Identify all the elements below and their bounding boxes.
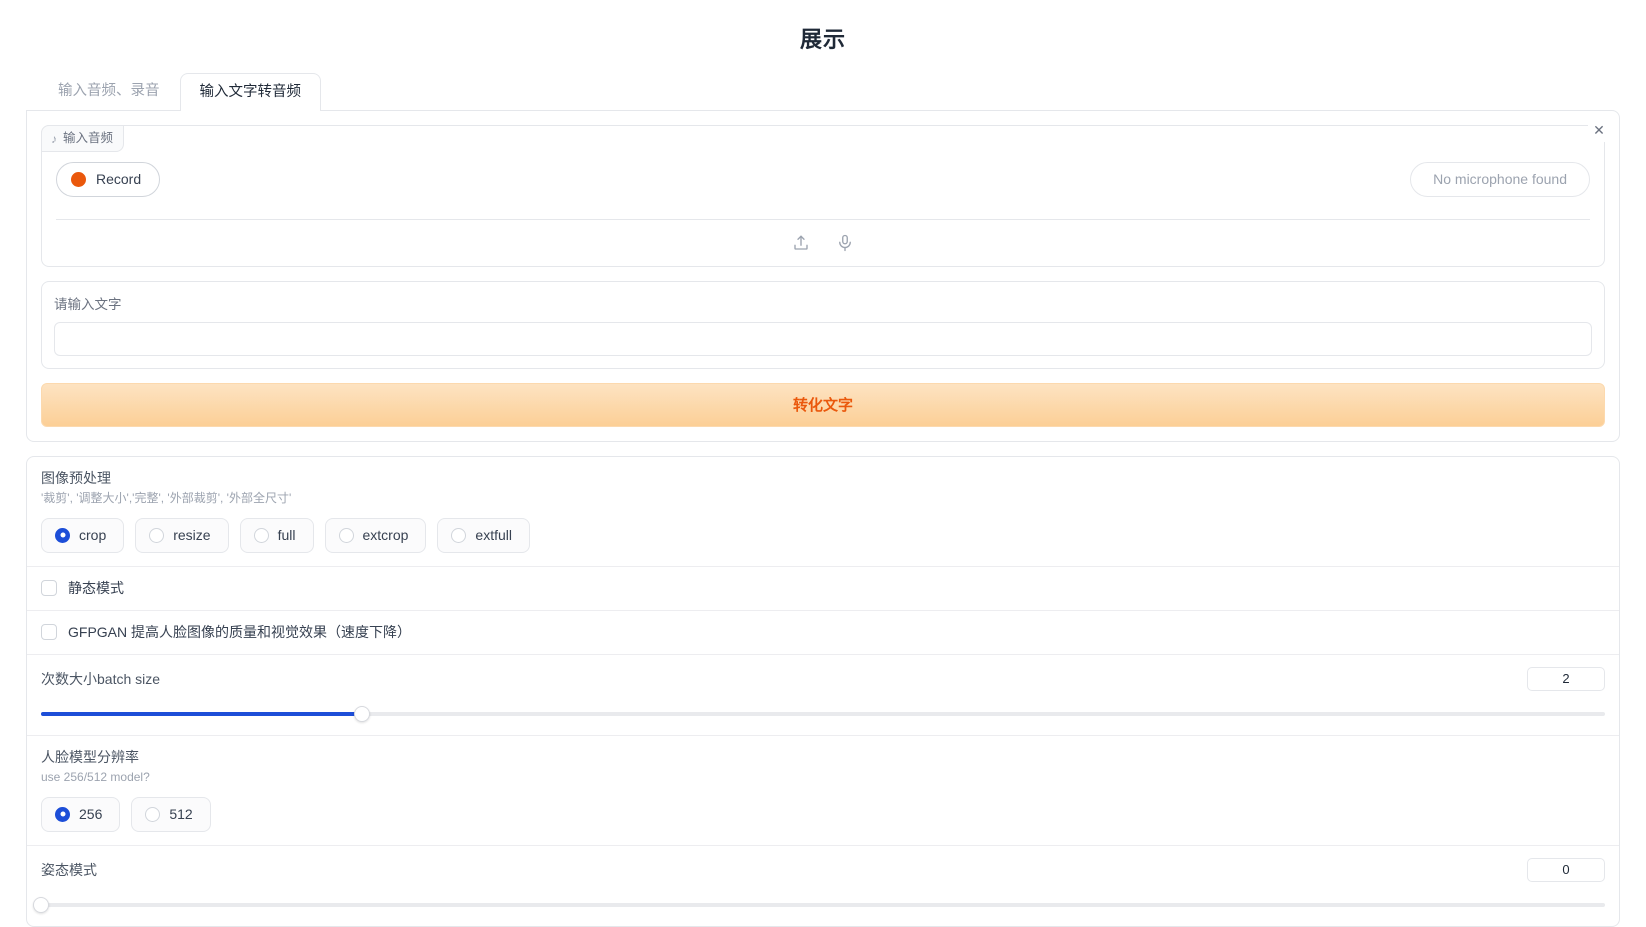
- pose-style-header: 姿态模式: [41, 857, 1605, 882]
- close-icon[interactable]: ✕: [1588, 119, 1610, 142]
- tab-strip: 输入音频、录音 输入文字转音频: [38, 72, 1620, 111]
- text-input-block: 请输入文字: [41, 280, 1605, 369]
- music-note-icon: ♪: [51, 131, 57, 146]
- slider-fill: [41, 711, 362, 716]
- tab-text-to-audio[interactable]: 输入文字转音频: [179, 73, 321, 111]
- preprocess-title: 图像预处理: [41, 469, 111, 486]
- pose-style-slider[interactable]: [33, 896, 1605, 913]
- gfpgan-row: GFPGAN 提高人脸图像的质量和视觉效果（速度下降）: [27, 611, 1619, 655]
- preprocess-option-extcrop[interactable]: extcrop: [324, 517, 427, 553]
- slider-thumb[interactable]: [353, 705, 370, 722]
- page-title: 展示: [799, 27, 846, 52]
- audio-toolbar: [56, 218, 1590, 266]
- face-resolution-title: 人脸模型分辨率: [41, 748, 139, 765]
- face-resolution-radio-group: 256 512: [41, 796, 1605, 832]
- face-resolution-option-label: 512: [169, 805, 193, 822]
- pose-style-number-input[interactable]: [1527, 857, 1605, 882]
- audio-input-tag-label: 输入音频: [63, 130, 114, 145]
- upload-icon[interactable]: [791, 233, 811, 253]
- face-resolution-option-label: 256: [79, 805, 103, 822]
- record-dot-icon: [71, 171, 86, 187]
- radio-icon: [338, 527, 354, 543]
- radio-icon: [149, 527, 165, 543]
- batch-size-number-input[interactable]: [1527, 666, 1605, 691]
- preprocess-option-label: full: [277, 526, 296, 543]
- radio-icon: [55, 527, 70, 543]
- preprocess-radio-group: crop resize full extcrop extfull: [41, 517, 1605, 553]
- preprocess-row: 图像预处理 '裁剪', '调整大小','完整', '外部裁剪', '外部全尺寸'…: [27, 457, 1619, 567]
- batch-size-slider[interactable]: [41, 705, 1605, 722]
- batch-size-row: 次数大小batch size: [27, 655, 1619, 736]
- preprocess-option-crop[interactable]: crop: [41, 517, 125, 553]
- preprocess-description: '裁剪', '调整大小','完整', '外部裁剪', '外部全尺寸': [41, 490, 292, 505]
- tab-audio-record[interactable]: 输入音频、录音: [38, 72, 180, 110]
- checkbox-icon: [41, 623, 57, 640]
- batch-size-label: 次数大小batch size: [41, 670, 161, 687]
- checkbox-icon: [41, 579, 57, 596]
- microphone-icon[interactable]: [835, 233, 855, 253]
- tabs-wrapper: 输入音频、录音 输入文字转音频 ✕ ♪ 输入音频 Record No micro…: [0, 72, 1646, 442]
- pose-style-row: 姿态模式: [27, 846, 1619, 926]
- face-resolution-option-512[interactable]: 512: [131, 796, 211, 832]
- face-resolution-row: 人脸模型分辨率 use 256/512 model? 256 512: [27, 736, 1619, 846]
- preprocess-option-extfull[interactable]: extfull: [437, 517, 530, 553]
- audio-body: Record No microphone found: [42, 126, 1604, 197]
- preprocess-option-label: resize: [173, 526, 211, 543]
- preprocess-option-full[interactable]: full: [239, 517, 314, 553]
- text-input-label: 请输入文字: [54, 296, 122, 312]
- still-mode-row: 静态模式: [27, 567, 1619, 611]
- slider-thumb[interactable]: [33, 896, 49, 913]
- preprocess-option-label: extcrop: [362, 526, 409, 543]
- radio-icon: [253, 527, 269, 543]
- preprocess-option-label: crop: [79, 526, 107, 543]
- preprocess-option-resize[interactable]: resize: [135, 517, 229, 553]
- face-resolution-option-256[interactable]: 256: [41, 796, 121, 832]
- audio-input-tag: ♪ 输入音频: [41, 124, 125, 153]
- still-mode-label: 静态模式: [68, 579, 124, 596]
- radio-icon: [145, 806, 161, 822]
- slider-track: [41, 902, 1605, 907]
- record-button-label: Record: [96, 170, 142, 187]
- face-resolution-description: use 256/512 model?: [41, 769, 150, 784]
- gfpgan-checkbox[interactable]: GFPGAN 提高人脸图像的质量和视觉效果（速度下降）: [41, 623, 1605, 641]
- gfpgan-label: GFPGAN 提高人脸图像的质量和视觉效果（速度下降）: [68, 623, 412, 640]
- audio-input-block: ♪ 输入音频 Record No microphone found: [41, 124, 1605, 267]
- still-mode-checkbox[interactable]: 静态模式: [41, 579, 1605, 597]
- convert-text-button[interactable]: 转化文字: [41, 382, 1605, 427]
- microphone-status-badge: No microphone found: [1410, 161, 1590, 197]
- record-button[interactable]: Record: [56, 161, 161, 197]
- tab-panel-text-to-audio: ✕ ♪ 输入音频 Record No microphone found 请输入文…: [26, 109, 1620, 442]
- batch-size-header: 次数大小batch size: [41, 666, 1605, 691]
- text-input[interactable]: [54, 321, 1592, 356]
- pose-style-label: 姿态模式: [41, 861, 97, 878]
- preprocess-option-label: extfull: [475, 526, 512, 543]
- radio-icon: [55, 806, 70, 822]
- radio-icon: [451, 527, 467, 543]
- settings-panel: 图像预处理 '裁剪', '调整大小','完整', '外部裁剪', '外部全尺寸'…: [26, 455, 1620, 927]
